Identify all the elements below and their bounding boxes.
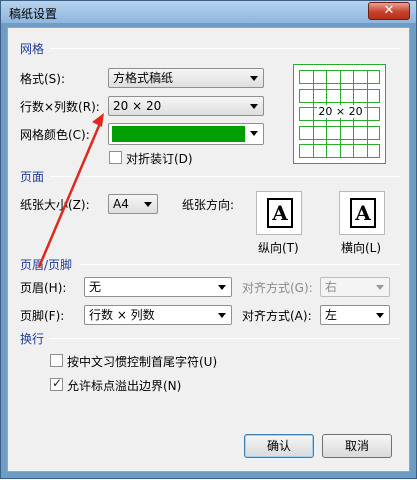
chevron-down-icon	[250, 104, 258, 109]
grid-section-divider	[50, 48, 400, 49]
format-select[interactable]: 方格式稿纸	[108, 68, 264, 88]
portrait-page-icon: A	[267, 198, 293, 228]
wrap-section-title: 换行	[20, 332, 45, 346]
ok-button[interactable]: 确认	[244, 434, 314, 458]
chevron-down-icon	[144, 202, 152, 207]
page-section-divider	[50, 176, 400, 177]
chevron-down-icon	[250, 131, 258, 136]
close-button[interactable]: ✕	[368, 2, 410, 20]
header-align-select[interactable]: 右	[320, 277, 390, 297]
grid-color-swatch	[112, 126, 245, 142]
footer-align-label: 对齐方式(A):	[242, 309, 312, 323]
chevron-down-icon	[250, 76, 258, 81]
fold-binding-checkbox[interactable]	[109, 151, 122, 164]
footer-value: 行数 × 列数	[89, 308, 155, 322]
grid-color-label: 网格颜色(C):	[20, 128, 90, 142]
chevron-down-icon	[376, 313, 384, 318]
portrait-label[interactable]: 纵向(T)	[258, 239, 299, 256]
portrait-option[interactable]: A	[256, 191, 302, 235]
fold-binding-label[interactable]: 对折装订(D)	[126, 150, 193, 167]
grid-preview-text: 20 × 20	[317, 105, 364, 118]
header-align-value: 右	[325, 280, 338, 294]
cancel-button[interactable]: 取消	[322, 434, 392, 458]
chevron-down-icon	[218, 313, 226, 318]
grid-color-select[interactable]	[108, 123, 264, 145]
format-label: 格式(S):	[20, 72, 66, 86]
grid-section-title: 网格	[20, 42, 45, 56]
punctuation-overflow-label[interactable]: 允许标点溢出边界(N)	[67, 377, 181, 394]
footer-label: 页脚(F):	[20, 309, 65, 323]
format-value: 方格式稿纸	[113, 71, 174, 85]
page-section-title: 页面	[20, 170, 45, 184]
header-label: 页眉(H):	[20, 281, 67, 295]
chevron-down-icon	[376, 285, 384, 290]
landscape-page-icon: A	[350, 198, 376, 228]
paper-size-label: 纸张大小(Z):	[20, 198, 90, 212]
header-select[interactable]: 无	[84, 277, 232, 297]
rows-cols-label: 行数×列数(R):	[20, 100, 100, 114]
landscape-label[interactable]: 横向(L)	[341, 239, 381, 256]
dialog-body: 网格 格式(S): 方格式稿纸 行数×列数(R): 20 × 20 网格颜色(C…	[7, 27, 410, 472]
wrap-section-divider	[50, 338, 400, 339]
chinese-wrap-checkbox[interactable]	[50, 354, 63, 367]
footer-align-value: 左	[325, 308, 338, 322]
rows-cols-select[interactable]: 20 × 20	[108, 96, 264, 116]
grid-preview: 20 × 20	[293, 64, 386, 164]
orientation-label: 纸张方向:	[182, 198, 235, 212]
header-footer-section-divider	[80, 264, 400, 265]
dialog-window: 稿纸设置 ✕ 网格 格式(S): 方格式稿纸 行数×列数(R): 20 × 20…	[0, 0, 417, 479]
footer-select[interactable]: 行数 × 列数	[84, 305, 232, 325]
landscape-option[interactable]: A	[339, 191, 385, 235]
dialog-title: 稿纸设置	[9, 7, 58, 21]
title-bar[interactable]: 稿纸设置 ✕	[1, 1, 416, 23]
header-footer-section-title: 页眉/页脚	[20, 258, 73, 272]
chevron-down-icon	[218, 285, 226, 290]
paper-size-value: A4	[113, 197, 129, 211]
footer-align-select[interactable]: 左	[320, 305, 390, 325]
punctuation-overflow-checkbox[interactable]	[50, 376, 63, 391]
rows-cols-value: 20 × 20	[113, 99, 162, 113]
paper-size-select[interactable]: A4	[108, 194, 158, 214]
header-align-label: 对齐方式(G):	[242, 281, 313, 295]
chinese-wrap-label[interactable]: 按中文习惯控制首尾字符(U)	[67, 353, 217, 370]
header-value: 无	[89, 280, 102, 294]
